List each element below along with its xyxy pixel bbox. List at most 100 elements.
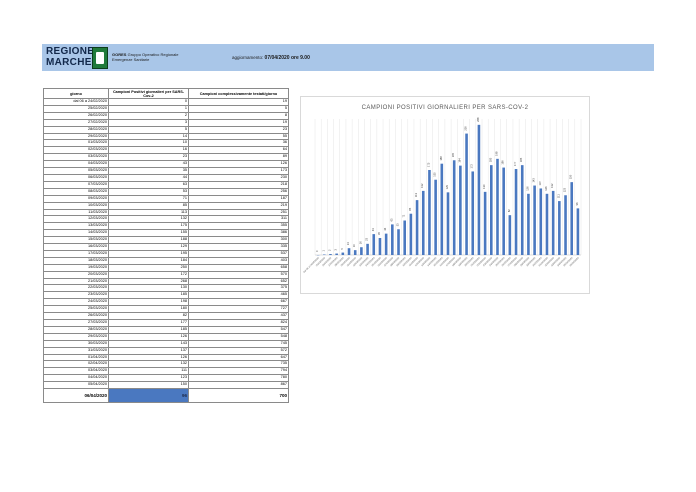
cell-positives: 150 [108, 381, 189, 390]
data-label: 23 [365, 237, 369, 240]
table-row: 09/03/2020 71 187 [43, 194, 289, 203]
cell-positives: 132 [108, 215, 189, 224]
column-header-day: giorno [43, 88, 109, 99]
data-label: 195 [451, 152, 455, 157]
cell-tested: 19 [188, 118, 289, 127]
cell-positives: 23 [108, 153, 189, 162]
bar [409, 213, 413, 255]
cell-tested: 55 [188, 132, 289, 141]
bar [341, 252, 345, 255]
cell-day: 12/03/2020 [43, 215, 109, 224]
table-row: 29/03/2020 126 548 [43, 332, 289, 341]
bar [558, 201, 561, 255]
table-row: 03/04/2020 111 794 [43, 367, 289, 376]
data-label: 10 [352, 244, 356, 247]
cell-day: 15/03/2020 [43, 236, 109, 245]
cell-day: 06/03/2020 [43, 173, 109, 182]
table-row: 27/02/2020 3 19 [43, 118, 289, 127]
table-row: 15/03/2020 188 300 [43, 236, 289, 245]
bar [508, 215, 512, 255]
cell-day: 31/03/2020 [43, 346, 109, 355]
data-label: 123 [563, 187, 567, 192]
data-label: 132 [550, 183, 554, 188]
table-row: 23/03/2020 185 465 [43, 291, 289, 300]
cell-day: 02/03/2020 [43, 146, 109, 155]
cell-tested: 386 [188, 229, 289, 238]
table-row: 31/03/2020 137 572 [43, 346, 289, 355]
data-table: giorno Campioni Positivi giornalieri per… [43, 88, 289, 404]
cell-day: 03/04/2020 [43, 367, 109, 376]
data-label: 63 [389, 218, 393, 221]
table-row: 27/03/2020 177 824 [43, 319, 289, 327]
table-row: 11/03/2020 113 251 [43, 208, 289, 217]
cell-day: 30/03/2020 [43, 339, 109, 348]
cell-positives: 71 [108, 194, 189, 203]
header-banner: REGIONE MARCHE GORES Gruppo Operativo Re… [42, 44, 654, 71]
bar [527, 193, 530, 255]
cell-tested: 8 [188, 111, 289, 120]
table-row: 25/02/2020 1 5 [43, 104, 289, 113]
cell-day: 09/03/2020 [43, 194, 109, 203]
data-label: 175 [426, 162, 430, 167]
cell-day: 28/03/2020 [43, 325, 109, 334]
cell-positives: 96 [108, 388, 189, 404]
bar [366, 243, 369, 255]
cell-positives: 63 [108, 180, 189, 189]
table-row: 10/03/2020 85 219 [43, 201, 289, 210]
bar [421, 190, 425, 255]
table-row: 18/03/2020 184 403 [43, 256, 289, 265]
table-row: 25/03/2020 180 727 [43, 305, 289, 314]
bar [533, 185, 536, 255]
table-row: 20/03/2020 172 570 [43, 270, 289, 279]
table-total-row: 06/04/2020 96 700 [43, 388, 289, 404]
data-label: 1 [321, 250, 325, 252]
cell-positives: 126 [108, 332, 189, 341]
cell-day: 05/03/2020 [43, 167, 109, 175]
table-row: 16/03/2020 129 335 [43, 243, 289, 251]
cell-positives: 82 [108, 312, 189, 320]
cell-tested: 570 [188, 270, 289, 279]
data-label: 111 [556, 194, 560, 198]
data-label: 14 [346, 242, 350, 245]
cell-day: 26/02/2020 [43, 111, 109, 120]
table-row: 21/03/2020 268 652 [43, 277, 289, 286]
cell-positives: 172 [108, 270, 189, 279]
table-row: 05/04/2020 150 867 [43, 381, 289, 390]
cell-positives: 198 [108, 298, 189, 307]
cell-tested: 375 [188, 284, 289, 293]
cell-positives: 195 [108, 249, 189, 258]
cell-positives: 123 [108, 374, 189, 383]
data-label: 71 [402, 214, 406, 217]
cell-tested: 403 [188, 256, 289, 265]
table-header-row: giorno Campioni Positivi giornalieri per… [43, 88, 289, 99]
cell-positives: 132 [108, 360, 189, 369]
cell-day: 23/03/2020 [43, 291, 109, 300]
cell-day: 29/03/2020 [43, 332, 109, 341]
data-label: 5 [340, 248, 344, 250]
data-label: 185 [488, 157, 492, 162]
cell-day: 19/03/2020 [43, 263, 109, 272]
bar [452, 160, 456, 255]
table-row: 08/03/2020 53 256 [43, 187, 289, 196]
cell-tested: 437 [188, 312, 289, 320]
cell-positives: 268 [108, 277, 189, 286]
cell-positives: 129 [108, 243, 189, 251]
bar [335, 253, 338, 255]
gores-label: GORES Gruppo Operativo Regionale Emergen… [112, 52, 179, 62]
table-row: 07/03/2020 63 218 [43, 180, 289, 189]
cell-tested: 64 [188, 146, 289, 155]
cell-positives: 185 [108, 291, 189, 300]
table-row: 26/03/2020 82 437 [43, 312, 289, 320]
bar [360, 247, 363, 255]
region-emblem-icon [92, 47, 108, 69]
data-label: 198 [494, 151, 498, 156]
cell-day: 17/03/2020 [43, 249, 109, 258]
bar [353, 250, 357, 255]
cell-day: 14/03/2020 [43, 229, 109, 238]
bar [496, 158, 499, 255]
bar [384, 233, 388, 255]
data-label: 150 [569, 174, 573, 179]
cell-tested: 537 [188, 249, 289, 258]
cell-positives: 0 [108, 98, 189, 106]
cell-tested: 256 [188, 187, 289, 196]
